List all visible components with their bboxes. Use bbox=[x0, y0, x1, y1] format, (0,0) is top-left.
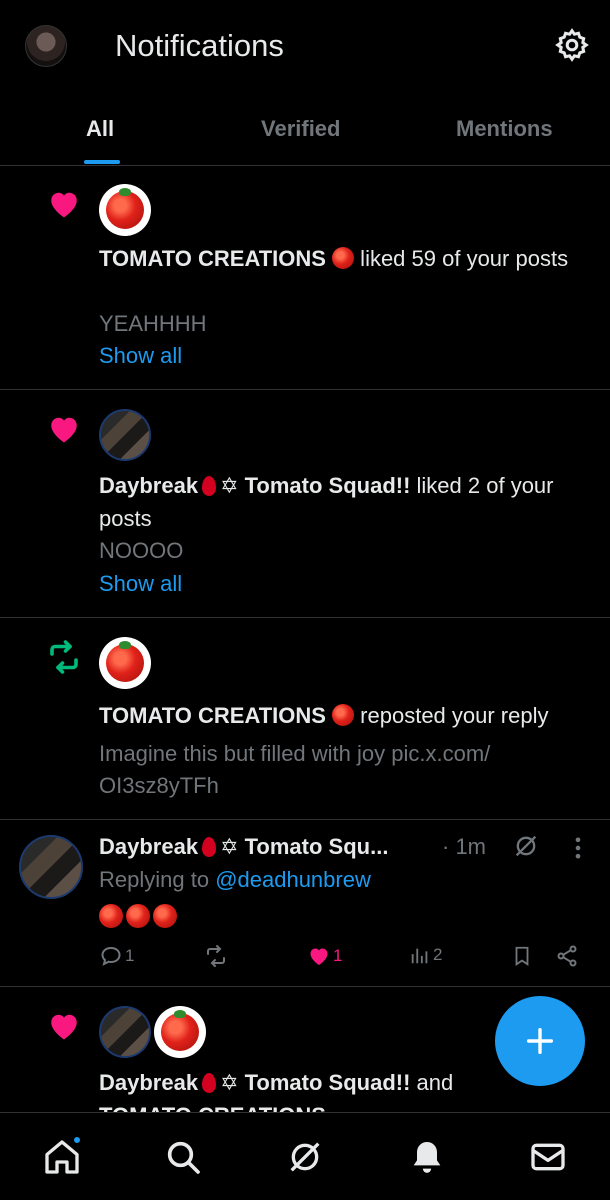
avatar[interactable] bbox=[19, 835, 83, 899]
show-all-link[interactable]: Show all bbox=[99, 343, 182, 369]
notification-text: TOMATO CREATIONS reposted your reply bbox=[99, 703, 549, 728]
nav-grok[interactable] bbox=[285, 1137, 325, 1177]
repost-icon bbox=[50, 640, 78, 674]
notification-dot bbox=[72, 1135, 82, 1145]
post-preview[interactable]: Imagine this but filled with joy pic.x.c… bbox=[99, 738, 559, 802]
action-bar: 1 1 2 bbox=[99, 944, 589, 974]
mail-icon bbox=[531, 1143, 565, 1171]
bookmark-icon[interactable] bbox=[511, 944, 533, 968]
gear-icon[interactable] bbox=[554, 27, 590, 63]
heart-icon bbox=[51, 192, 77, 218]
timestamp: · 1m bbox=[442, 834, 486, 859]
repost-icon bbox=[207, 945, 225, 967]
tomato-emoji bbox=[332, 247, 355, 269]
nav-home[interactable] bbox=[42, 1135, 82, 1177]
more-options-icon[interactable] bbox=[569, 834, 587, 862]
tomato-emoji bbox=[126, 904, 150, 928]
post-preview: NOOOO bbox=[99, 538, 184, 563]
reply-button[interactable]: 1 bbox=[99, 944, 134, 968]
notification-text: Daybreak ✡ Tomato Squad!! liked 2 of your… bbox=[99, 473, 554, 531]
handle-link[interactable]: @deadhunbrew bbox=[215, 867, 371, 892]
reply-icon bbox=[101, 946, 121, 966]
tomato-emoji bbox=[99, 904, 123, 928]
notification-item[interactable]: Daybreak ✡ Tomato Squad!! liked 2 of your… bbox=[0, 391, 610, 618]
avatar[interactable] bbox=[99, 184, 151, 236]
views-button[interactable]: 2 bbox=[409, 944, 442, 966]
tomato-emoji bbox=[153, 904, 177, 928]
page-title: Notifications bbox=[115, 28, 284, 63]
blood-drop-emoji bbox=[202, 1073, 217, 1093]
post-content bbox=[99, 904, 177, 928]
heart-icon bbox=[51, 1014, 77, 1040]
reply-post[interactable]: Daybreak ✡ Tomato Squ... · 1m Replying to… bbox=[0, 820, 610, 987]
tab-mentions[interactable]: Mentions bbox=[456, 116, 553, 142]
avatar[interactable] bbox=[99, 637, 151, 689]
avatar[interactable] bbox=[99, 409, 151, 461]
bell-icon bbox=[413, 1142, 441, 1173]
search-icon bbox=[167, 1141, 200, 1174]
tab-all[interactable]: All bbox=[86, 116, 114, 142]
grok-icon bbox=[290, 1142, 320, 1172]
tab-verified[interactable]: Verified bbox=[261, 116, 340, 142]
replying-to: Replying to @deadhunbrew bbox=[99, 867, 371, 892]
active-tab-indicator bbox=[84, 160, 120, 164]
notification-item[interactable]: TOMATO CREATIONS reposted your reply Ima… bbox=[0, 619, 610, 820]
avatar[interactable] bbox=[154, 1006, 206, 1058]
nav-messages[interactable] bbox=[528, 1137, 568, 1177]
plus-icon bbox=[526, 1027, 554, 1055]
share-icon[interactable] bbox=[555, 944, 579, 968]
profile-avatar[interactable] bbox=[25, 25, 67, 67]
tab-bar: All Verified Mentions bbox=[0, 100, 610, 166]
bottom-nav bbox=[0, 1112, 610, 1200]
compose-button[interactable] bbox=[495, 996, 585, 1086]
repost-button[interactable] bbox=[203, 944, 231, 968]
blood-drop-emoji bbox=[202, 837, 217, 857]
heart-icon bbox=[310, 948, 328, 965]
nav-notifications[interactable] bbox=[407, 1137, 447, 1177]
post-preview: YEAHHHH bbox=[99, 311, 207, 336]
header: Notifications bbox=[0, 0, 610, 92]
blood-drop-emoji bbox=[202, 476, 217, 496]
heart-icon bbox=[51, 417, 77, 443]
avatar[interactable] bbox=[99, 1006, 151, 1058]
notification-text: TOMATO CREATIONS liked 59 of your posts bbox=[99, 246, 569, 271]
show-all-link[interactable]: Show all bbox=[99, 571, 182, 597]
like-button[interactable]: 1 bbox=[307, 944, 342, 968]
author-name[interactable]: Daybreak ✡ Tomato Squ... bbox=[99, 834, 388, 860]
notification-item[interactable]: TOMATO CREATIONS liked 59 of your posts … bbox=[0, 166, 610, 390]
grok-icon[interactable] bbox=[512, 832, 540, 860]
nav-search[interactable] bbox=[163, 1137, 203, 1177]
tomato-emoji bbox=[332, 704, 355, 726]
analytics-icon bbox=[411, 948, 428, 964]
